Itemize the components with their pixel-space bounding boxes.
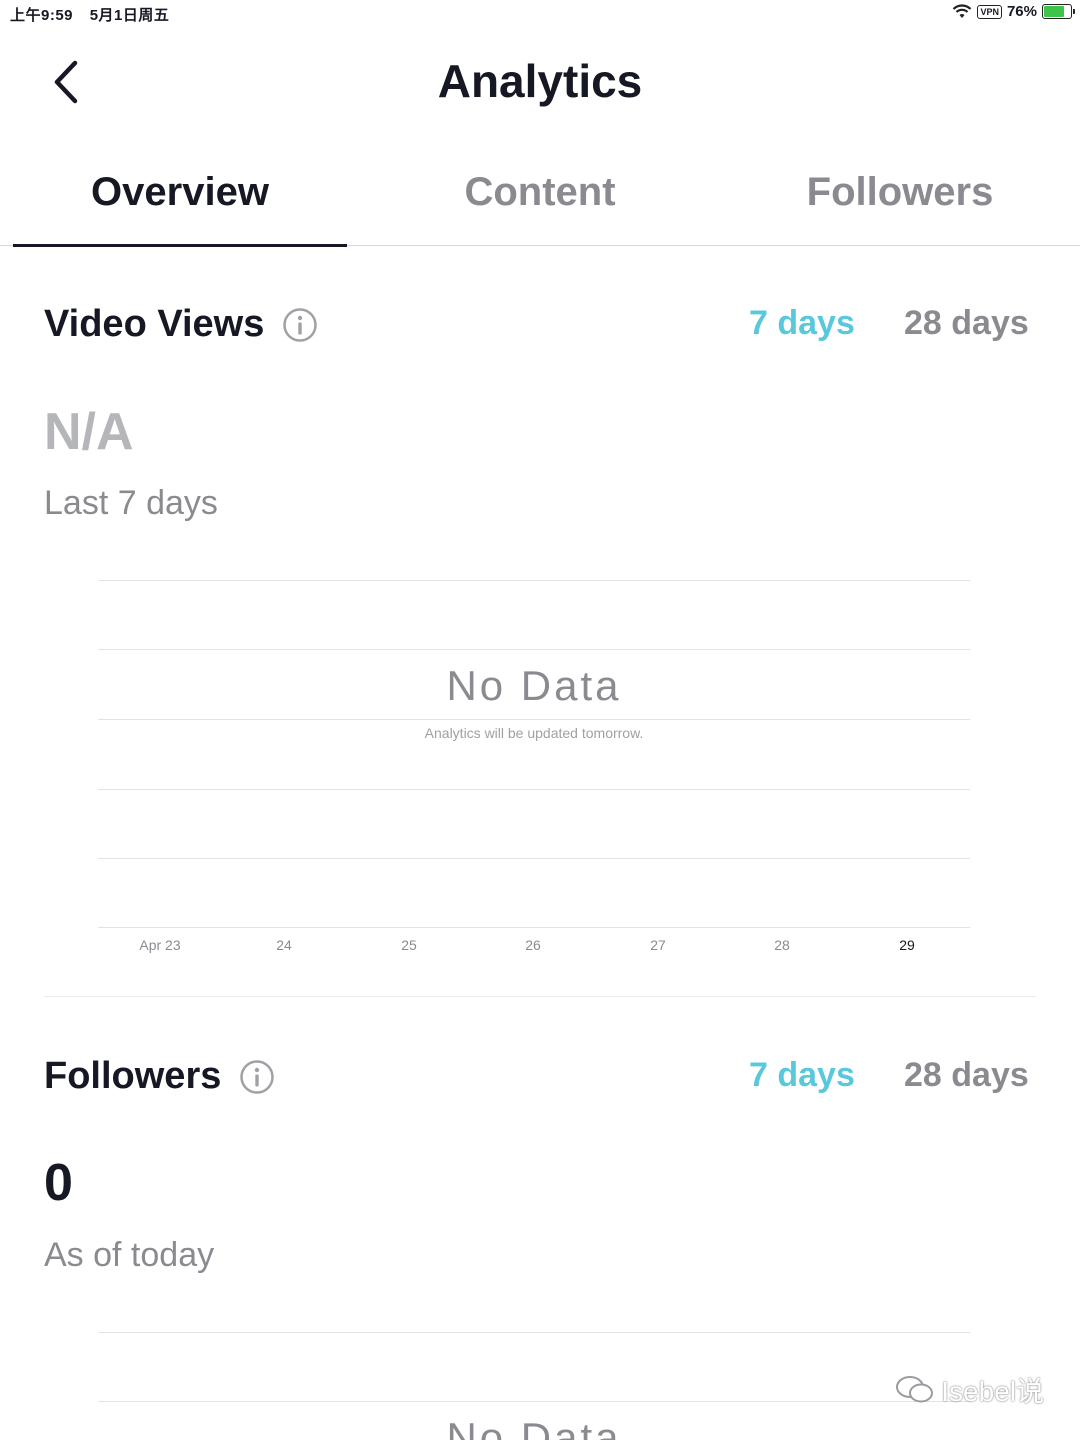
followers-chart: No Data — [98, 1332, 970, 1440]
tab-overview[interactable]: Overview — [0, 140, 360, 244]
followers-28-days-toggle[interactable]: 28 days — [904, 1056, 1029, 1095]
battery-level — [1044, 6, 1064, 17]
wifi-icon — [953, 4, 972, 18]
chat-bubble-icon — [896, 1376, 934, 1403]
gridline — [98, 580, 970, 581]
tab-content[interactable]: Content — [360, 140, 720, 244]
x-axis-tick: 24 — [276, 937, 292, 953]
watermark: Isebel说 — [895, 1370, 1044, 1410]
gridline — [98, 649, 970, 650]
x-axis-tick: 26 — [525, 937, 541, 953]
video-views-section-title: Video Views — [44, 303, 318, 346]
gridline — [98, 789, 970, 790]
active-tab-indicator — [13, 244, 347, 247]
followers-section-title: Followers — [44, 1055, 275, 1098]
no-data-label: No Data — [446, 1414, 622, 1440]
section-divider — [44, 996, 1036, 997]
followers-period: As of today — [44, 1236, 215, 1274]
video-views-7-days-toggle[interactable]: 7 days — [749, 304, 855, 343]
followers-title: Followers — [44, 1055, 222, 1097]
video-views-value: N/A — [44, 403, 134, 461]
x-axis-tick: 28 — [774, 937, 790, 953]
page-title: Analytics — [437, 55, 643, 107]
gridline — [98, 719, 970, 720]
no-data-label: No Data — [446, 662, 622, 709]
info-icon[interactable] — [282, 307, 318, 343]
watermark-text: Isebel说 — [941, 1376, 1044, 1407]
gridline — [98, 1401, 970, 1402]
analytics-screen: 上午9:59 5月1日周五 VPN 76% Analytics Overview… — [0, 0, 1080, 1440]
vpn-badge: VPN — [977, 4, 1002, 19]
video-views-28-days-toggle[interactable]: 28 days — [904, 304, 1029, 343]
x-axis-tick-today: 29 — [899, 937, 915, 953]
status-date: 5月1日周五 — [89, 7, 170, 24]
x-axis-tick: 27 — [650, 937, 666, 953]
video-views-chart: No Data Analytics will be updated tomorr… — [98, 580, 970, 960]
x-axis-tick: Apr 23 — [139, 937, 181, 953]
status-time: 上午9:59 — [10, 7, 74, 24]
gridline — [98, 1332, 970, 1333]
followers-7-days-toggle[interactable]: 7 days — [749, 1056, 855, 1095]
no-data-message: Analytics will be updated tomorrow. — [424, 725, 644, 741]
gridline — [98, 858, 970, 859]
video-views-title: Video Views — [44, 303, 265, 345]
x-axis-tick: 25 — [401, 937, 417, 953]
battery-icon — [1042, 4, 1075, 19]
status-bar: 上午9:59 5月1日周五 VPN 76% — [0, 0, 1080, 28]
video-views-period: Last 7 days — [44, 484, 218, 522]
battery-percent: 76% — [1006, 3, 1037, 20]
tab-bar: Overview Content Followers — [0, 140, 1080, 247]
followers-value: 0 — [44, 1154, 73, 1212]
gridline — [98, 927, 970, 928]
tab-followers[interactable]: Followers — [720, 140, 1080, 244]
info-icon[interactable] — [239, 1059, 275, 1095]
